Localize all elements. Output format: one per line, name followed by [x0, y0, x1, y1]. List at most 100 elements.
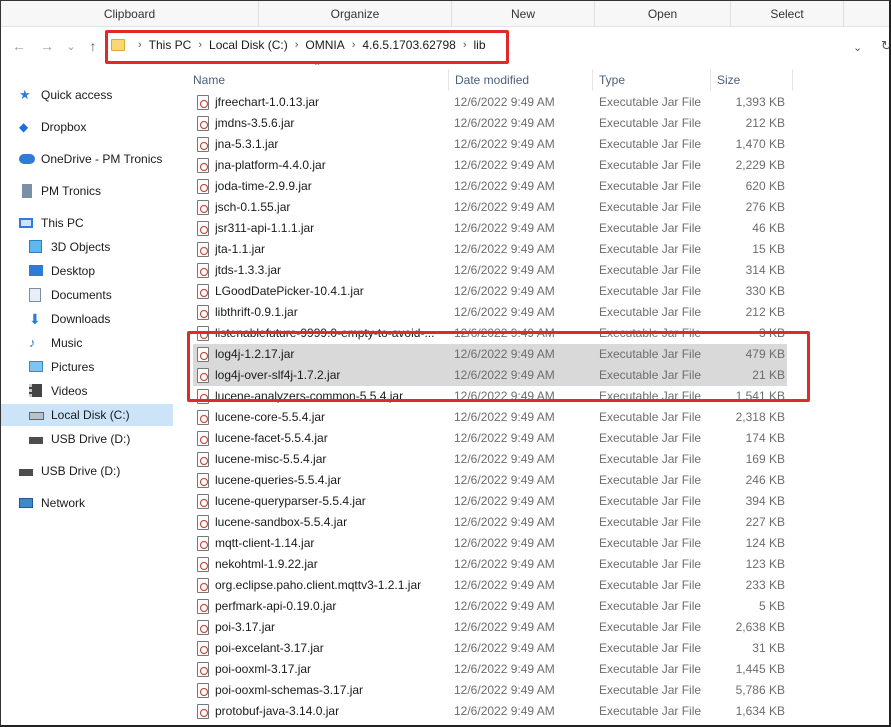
file-row[interactable]: lucene-queryparser-5.5.4.jar 12/6/2022 9:… — [187, 491, 787, 512]
forward-arrow-icon[interactable]: → — [39, 38, 55, 54]
file-row[interactable]: poi-excelant-3.17.jar 12/6/2022 9:49 AM Ex… — [187, 638, 787, 659]
sidebar-item-label: USB Drive (D:) — [41, 464, 121, 478]
file-type: Executable Jar File — [599, 662, 702, 676]
back-arrow-icon[interactable]: ← — [11, 38, 27, 54]
building-icon — [19, 184, 35, 198]
file-name: poi-ooxml-schemas-3.17.jar — [215, 683, 364, 697]
file-row[interactable]: libthrift-0.9.1.jar 12/6/2022 9:49 AM Exec… — [187, 302, 787, 323]
jar-file-icon — [197, 452, 209, 467]
sidebar-item-dropbox[interactable]: ◆ Dropbox — [19, 116, 191, 138]
sidebar-item-pm-tronics[interactable]: PM Tronics — [19, 180, 191, 202]
file-size: 227 KB — [745, 515, 785, 529]
file-date: 12/6/2022 9:49 AM — [454, 704, 555, 718]
file-row[interactable]: poi-ooxml-3.17.jar 12/6/2022 9:49 AM Execu… — [187, 659, 787, 680]
sidebar-item-onedrive[interactable]: OneDrive - PM Tronics — [19, 148, 191, 170]
file-row[interactable]: lucene-facet-5.5.4.jar 12/6/2022 9:49 AM E… — [187, 428, 787, 449]
jar-file-icon — [197, 620, 209, 635]
ribbon-group-new[interactable]: New — [452, 1, 595, 27]
sidebar-item-usb-drive[interactable]: USB Drive (D:) — [29, 428, 201, 450]
file-name: mqtt-client-1.14.jar — [215, 536, 315, 550]
ribbon-group-select[interactable]: Select — [731, 1, 844, 27]
file-name: lucene-queries-5.5.4.jar — [215, 473, 342, 487]
column-header-name[interactable]: Name — [187, 69, 449, 91]
file-row[interactable]: mqtt-client-1.14.jar 12/6/2022 9:49 AM Exe… — [187, 533, 787, 554]
sidebar-item-usb-drive[interactable]: USB Drive (D:) — [19, 460, 191, 482]
file-row[interactable]: lucene-core-5.5.4.jar 12/6/2022 9:49 AM Ex… — [187, 407, 787, 428]
jar-file-icon — [197, 557, 209, 572]
sidebar-item-label: Downloads — [51, 312, 111, 326]
file-date: 12/6/2022 9:49 AM — [454, 116, 555, 130]
file-row[interactable]: jta-1.1.jar 12/6/2022 9:49 AM Executable J… — [187, 239, 787, 260]
file-size: 1,470 KB — [735, 137, 785, 151]
file-size: 2,638 KB — [735, 620, 785, 634]
file-date: 12/6/2022 9:49 AM — [454, 431, 555, 445]
file-size: 394 KB — [745, 494, 785, 508]
sidebar-item-label: Pictures — [51, 360, 95, 374]
file-date: 12/6/2022 9:49 AM — [454, 494, 555, 508]
file-size: 212 KB — [745, 305, 785, 319]
file-type: Executable Jar File — [599, 179, 702, 193]
sidebar-item-videos[interactable]: Videos — [29, 380, 201, 402]
file-date: 12/6/2022 9:49 AM — [454, 641, 555, 655]
file-size: 31 KB — [752, 641, 785, 655]
jar-file-icon — [197, 515, 209, 530]
recent-locations-chevron-icon[interactable]: ⌄ — [63, 38, 79, 54]
file-row[interactable]: poi-ooxml-schemas-3.17.jar 12/6/2022 9:49… — [187, 680, 787, 701]
sidebar-item-local-disk[interactable]: Local Disk (C:) — [1, 404, 173, 426]
sidebar-item-3d-objects[interactable]: 3D Objects — [29, 236, 201, 258]
up-arrow-icon[interactable]: ↑ — [85, 38, 101, 54]
file-type: Executable Jar File — [599, 620, 702, 634]
column-header-date[interactable]: Date modified — [449, 69, 593, 91]
file-row[interactable]: joda-time-2.9.9.jar 12/6/2022 9:49 AM Exec… — [187, 176, 787, 197]
sidebar-item-pictures[interactable]: Pictures — [29, 356, 201, 378]
file-date: 12/6/2022 9:49 AM — [454, 452, 555, 466]
file-row[interactable]: protobuf-java-3.14.0.jar 12/6/2022 9:49 A… — [187, 701, 787, 722]
file-row[interactable]: jsch-0.1.55.jar 12/6/2022 9:49 AM Executab… — [187, 197, 787, 218]
sidebar-item-quick-access[interactable]: ★ Quick access — [19, 84, 191, 106]
file-size: 276 KB — [745, 200, 785, 214]
file-name: lucene-core-5.5.4.jar — [215, 410, 326, 424]
file-row[interactable]: jmdns-3.5.6.jar 12/6/2022 9:49 AM Executab… — [187, 113, 787, 134]
sidebar-item-label: Documents — [51, 288, 112, 302]
network-icon — [19, 496, 35, 510]
file-row[interactable]: lucene-queries-5.5.4.jar 12/6/2022 9:49 A… — [187, 470, 787, 491]
file-row[interactable]: perfmark-api-0.19.0.jar 12/6/2022 9:49 AM… — [187, 596, 787, 617]
file-row[interactable]: poi-3.17.jar 12/6/2022 9:49 AM Executable … — [187, 617, 787, 638]
ribbon-group-clipboard[interactable]: Clipboard — [1, 1, 259, 27]
file-date: 12/6/2022 9:49 AM — [454, 305, 555, 319]
column-header-type[interactable]: Type — [593, 69, 711, 91]
file-row[interactable]: lucene-sandbox-5.5.4.jar 12/6/2022 9:49 A… — [187, 512, 787, 533]
sidebar-item-music[interactable]: ♪ Music — [29, 332, 201, 354]
file-row[interactable]: jfreechart-1.0.13.jar 12/6/2022 9:49 AM Ex… — [187, 92, 787, 113]
cube-icon — [29, 240, 45, 254]
file-row[interactable]: jtds-1.3.3.jar 12/6/2022 9:49 AM Executabl… — [187, 260, 787, 281]
sidebar-item-documents[interactable]: Documents — [29, 284, 201, 306]
file-name: nekohtml-1.9.22.jar — [215, 557, 318, 571]
file-row[interactable]: jna-platform-4.4.0.jar 12/6/2022 9:49 AM E… — [187, 155, 787, 176]
sidebar-item-label: Videos — [51, 384, 88, 398]
column-header-size[interactable]: Size — [711, 69, 793, 91]
sidebar-item-label: Dropbox — [41, 120, 87, 134]
ribbon-group-open[interactable]: Open — [595, 1, 731, 27]
file-size: 15 KB — [752, 242, 785, 256]
file-row[interactable]: LGoodDatePicker-10.4.1.jar 12/6/2022 9:49… — [187, 281, 787, 302]
sidebar-item-downloads[interactable]: ⬇ Downloads — [29, 308, 201, 330]
file-row[interactable]: org.eclipse.paho.client.mqttv3-1.2.1.jar… — [187, 575, 787, 596]
file-row[interactable]: lucene-misc-5.5.4.jar 12/6/2022 9:49 AM Ex… — [187, 449, 787, 470]
ribbon-group-organize[interactable]: Organize — [259, 1, 452, 27]
file-date: 12/6/2022 9:49 AM — [454, 599, 555, 613]
video-icon — [29, 384, 45, 398]
file-row[interactable]: jna-5.3.1.jar 12/6/2022 9:49 AM Executable… — [187, 134, 787, 155]
file-row[interactable]: nekohtml-1.9.22.jar 12/6/2022 9:49 AM Exec… — [187, 554, 787, 575]
sidebar-item-this-pc[interactable]: This PC — [19, 212, 191, 234]
file-name: jna-5.3.1.jar — [215, 137, 279, 151]
file-size: 169 KB — [745, 452, 785, 466]
file-size: 2,229 KB — [735, 158, 785, 172]
refresh-icon[interactable]: ↻ — [881, 38, 889, 54]
jar-file-icon — [197, 263, 209, 278]
sidebar-item-desktop[interactable]: Desktop — [29, 260, 201, 282]
address-dropdown-icon[interactable]: ⌄ — [853, 41, 862, 54]
file-row[interactable]: jsr311-api-1.1.1.jar 12/6/2022 9:49 AM Exe… — [187, 218, 787, 239]
jar-file-icon — [197, 536, 209, 551]
sidebar-item-network[interactable]: Network — [19, 492, 191, 514]
